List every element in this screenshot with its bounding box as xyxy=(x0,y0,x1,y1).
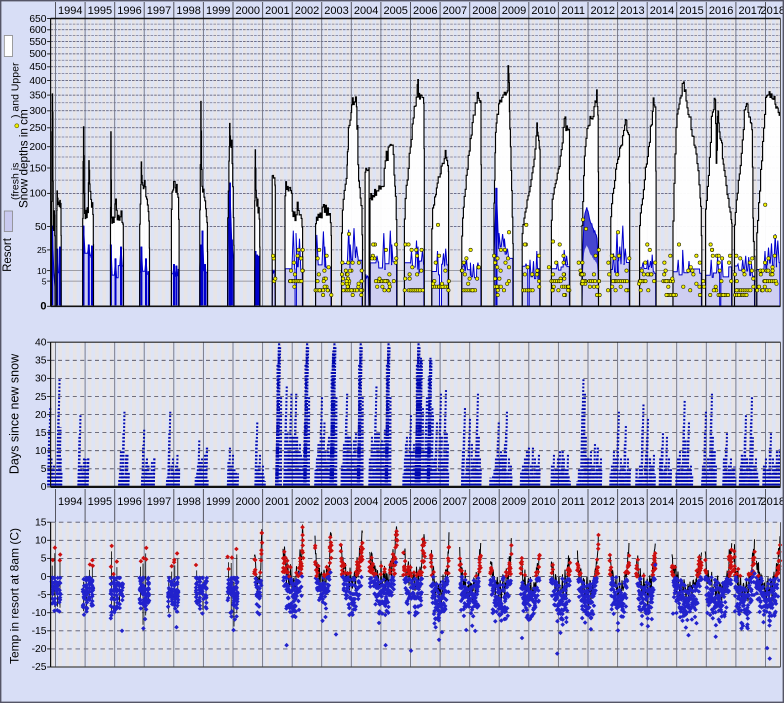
svg-text:25: 25 xyxy=(35,392,47,403)
svg-text:2005: 2005 xyxy=(383,496,407,508)
svg-text:1995: 1995 xyxy=(88,5,112,17)
svg-text:0: 0 xyxy=(40,301,46,313)
svg-text:2007: 2007 xyxy=(443,496,467,508)
svg-text:2016: 2016 xyxy=(709,496,733,508)
svg-text:20: 20 xyxy=(35,410,47,421)
svg-text:1998: 1998 xyxy=(176,496,200,508)
svg-text:2012: 2012 xyxy=(591,496,615,508)
svg-text:0: 0 xyxy=(41,482,47,493)
svg-text:2012: 2012 xyxy=(591,5,615,17)
svg-text:600: 600 xyxy=(29,25,46,36)
svg-text:5: 5 xyxy=(41,554,47,565)
svg-text:2013: 2013 xyxy=(620,496,644,508)
svg-text:50: 50 xyxy=(35,222,47,233)
svg-text:1994: 1994 xyxy=(58,5,82,17)
svg-text:2010: 2010 xyxy=(531,496,555,508)
svg-text:15: 15 xyxy=(35,518,47,529)
svg-text:350: 350 xyxy=(29,90,46,101)
svg-text:0: 0 xyxy=(41,572,47,583)
svg-text:-15: -15 xyxy=(32,626,47,637)
svg-text:2017: 2017 xyxy=(738,496,762,508)
svg-text:400: 400 xyxy=(29,76,46,87)
svg-text:300: 300 xyxy=(29,106,46,117)
svg-text:2004: 2004 xyxy=(354,5,378,17)
svg-text:-20: -20 xyxy=(32,644,47,655)
svg-text:10: 10 xyxy=(35,536,47,547)
svg-text:2014: 2014 xyxy=(650,496,674,508)
svg-text:Snow depths in cm: Snow depths in cm xyxy=(18,109,31,208)
svg-text:2002: 2002 xyxy=(295,5,319,17)
svg-text:2008: 2008 xyxy=(472,5,496,17)
svg-text:2004: 2004 xyxy=(354,496,378,508)
svg-text:250: 250 xyxy=(29,123,46,134)
svg-text:150: 150 xyxy=(29,163,46,174)
svg-text:2009: 2009 xyxy=(502,496,526,508)
svg-text:2017: 2017 xyxy=(738,5,762,17)
svg-text:1994: 1994 xyxy=(58,496,82,508)
svg-text:2002: 2002 xyxy=(295,496,319,508)
svg-text:2001: 2001 xyxy=(265,496,289,508)
svg-text:100: 100 xyxy=(29,189,46,200)
svg-text:2010: 2010 xyxy=(531,5,555,17)
svg-text:5: 5 xyxy=(41,464,47,475)
svg-text:10: 10 xyxy=(37,266,47,276)
svg-text:2018: 2018 xyxy=(761,496,784,508)
svg-text:1996: 1996 xyxy=(117,5,141,17)
svg-text:2013: 2013 xyxy=(620,5,644,17)
svg-text:2007: 2007 xyxy=(443,5,467,17)
svg-text:2015: 2015 xyxy=(679,496,703,508)
svg-text:1999: 1999 xyxy=(206,496,230,508)
svg-text:-25: -25 xyxy=(32,662,47,673)
svg-text:450: 450 xyxy=(29,62,46,73)
svg-text:500: 500 xyxy=(29,49,46,60)
svg-text:2015: 2015 xyxy=(679,5,703,17)
svg-text:200: 200 xyxy=(29,142,46,153)
svg-text:2016: 2016 xyxy=(709,5,733,17)
svg-text:15: 15 xyxy=(35,428,47,439)
svg-text:2018: 2018 xyxy=(761,5,784,17)
svg-text:10: 10 xyxy=(35,446,47,457)
svg-text:550: 550 xyxy=(29,37,46,48)
svg-text:2009: 2009 xyxy=(502,5,526,17)
svg-text:1997: 1997 xyxy=(147,496,171,508)
svg-text:2000: 2000 xyxy=(236,5,260,17)
svg-text:2000: 2000 xyxy=(236,496,260,508)
svg-text:2008: 2008 xyxy=(472,496,496,508)
svg-text:2003: 2003 xyxy=(324,5,348,17)
svg-text:2006: 2006 xyxy=(413,496,437,508)
svg-text:Days since new snow: Days since new snow xyxy=(8,353,22,474)
svg-text:2014: 2014 xyxy=(650,5,674,17)
svg-text:Resort: Resort xyxy=(2,237,14,272)
svg-text:2011: 2011 xyxy=(561,5,585,17)
svg-text:35: 35 xyxy=(35,356,47,367)
svg-text:25: 25 xyxy=(37,245,47,255)
svg-text:40: 40 xyxy=(35,338,47,349)
svg-text:2001: 2001 xyxy=(265,5,289,17)
svg-text:1995: 1995 xyxy=(88,496,112,508)
svg-text:1996: 1996 xyxy=(117,496,141,508)
svg-text:2003: 2003 xyxy=(324,496,348,508)
svg-text:1997: 1997 xyxy=(147,5,171,17)
svg-text:2011: 2011 xyxy=(561,496,585,508)
svg-text:-5: -5 xyxy=(37,590,46,601)
svg-text:2006: 2006 xyxy=(413,5,437,17)
svg-text:1998: 1998 xyxy=(176,5,200,17)
svg-text:650: 650 xyxy=(29,14,46,25)
svg-text:Temp in resort at 8am (C): Temp in resort at 8am (C) xyxy=(8,528,22,664)
svg-text:30: 30 xyxy=(35,374,47,385)
svg-text:1999: 1999 xyxy=(206,5,230,17)
svg-text:2005: 2005 xyxy=(383,5,407,17)
svg-text:-10: -10 xyxy=(32,608,47,619)
svg-text:5: 5 xyxy=(42,276,47,286)
